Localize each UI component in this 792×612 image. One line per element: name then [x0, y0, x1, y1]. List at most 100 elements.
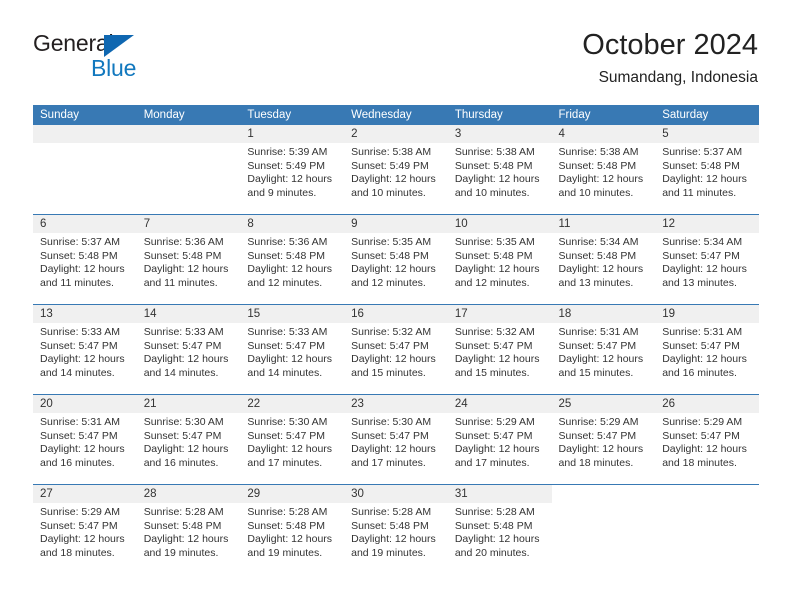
day-cell-inner: 2 Sunrise: 5:38 AM Sunset: 5:49 PM Daylight…: [344, 125, 448, 214]
day-sunset-line: Sunset: 5:48 PM: [143, 249, 222, 262]
day-sunrise-line: Sunrise: 5:36 AM: [143, 236, 224, 248]
calendar-day-cell[interactable]: 8 Sunrise: 5:36 AM Sunset: 5:48 PM Daylight…: [240, 214, 345, 305]
calendar-day-cell[interactable]: 14 Sunrise: 5:33 AM Sunset: 5:47 PM Dayligh…: [136, 304, 241, 395]
general-blue-logo[interactable]: General Blue: [33, 30, 213, 86]
day-sunset-line: Sunset: 5:47 PM: [351, 339, 429, 352]
calendar-day-cell[interactable]: 27 Sunrise: 5:29 AM Sunset: 5:47 PM Dayligh…: [33, 484, 137, 574]
day-sun-info: Sunrise: 5:30 AM Sunset: 5:47 PM Daylight:…: [137, 413, 241, 470]
day-sunrise-line: Sunrise: 5:29 AM: [40, 506, 120, 518]
weekday-header-tuesday: Tuesday: [240, 105, 345, 125]
day-sun-info: Sunrise: 5:35 AM Sunset: 5:48 PM Daylight:…: [344, 233, 448, 290]
day-number: 16: [344, 305, 448, 323]
day-sun-info: Sunrise: 5:36 AM Sunset: 5:48 PM Daylight:…: [240, 233, 344, 290]
day-sunrise-line: Sunrise: 5:28 AM: [351, 506, 432, 518]
logo-text-general: General: [33, 30, 114, 56]
day-cell-inner: 13 Sunrise: 5:33 AM Sunset: 5:47 PM Dayligh…: [33, 305, 137, 394]
calendar-day-cell[interactable]: 10 Sunrise: 5:35 AM Sunset: 5:48 PM Dayligh…: [447, 214, 552, 305]
day-sunset-line: Sunset: 5:47 PM: [40, 519, 118, 532]
day-cell-inner: 31 Sunrise: 5:28 AM Sunset: 5:48 PM Dayligh…: [447, 485, 552, 574]
calendar-day-cell-empty: [655, 484, 759, 574]
calendar-day-cell[interactable]: 29 Sunrise: 5:28 AM Sunset: 5:48 PM Dayligh…: [240, 484, 345, 574]
calendar-day-cell[interactable]: 11 Sunrise: 5:34 AM Sunset: 5:48 PM Dayligh…: [551, 214, 656, 305]
calendar-day-cell[interactable]: 9 Sunrise: 5:35 AM Sunset: 5:48 PM Daylight…: [344, 214, 448, 305]
day-number: 13: [33, 305, 137, 323]
day-sunset-line: Sunset: 5:48 PM: [40, 249, 118, 262]
calendar-grid: Sunday Monday Tuesday Wednesday Thursday…: [33, 105, 759, 574]
weekday-header-sunday: Sunday: [33, 105, 137, 125]
day-daylight-line: Daylight: 12 hours: [143, 263, 229, 276]
day-sunset-line: Sunset: 5:47 PM: [247, 429, 326, 442]
day-sunrise-line: Sunrise: 5:39 AM: [247, 146, 328, 158]
calendar-day-cell[interactable]: 24 Sunrise: 5:29 AM Sunset: 5:47 PM Dayligh…: [447, 394, 552, 485]
day-daylight-line: Daylight: 12 hours: [558, 443, 644, 456]
day-sun-info: Sunrise: 5:28 AM Sunset: 5:48 PM Daylight:…: [137, 503, 241, 560]
calendar-day-cell[interactable]: 25 Sunrise: 5:29 AM Sunset: 5:47 PM Dayligh…: [551, 394, 656, 485]
calendar-day-cell[interactable]: 31 Sunrise: 5:28 AM Sunset: 5:48 PM Dayligh…: [447, 484, 552, 574]
calendar-day-cell[interactable]: 5 Sunrise: 5:37 AM Sunset: 5:48 PM Daylight…: [655, 125, 759, 215]
day-daylight-line: Daylight: 12 hours: [143, 443, 229, 456]
day-number: 7: [136, 215, 241, 233]
day-daylight-line: and 12 minutes.: [247, 276, 323, 289]
calendar-day-cell[interactable]: 20 Sunrise: 5:31 AM Sunset: 5:47 PM Dayligh…: [33, 394, 137, 485]
day-cell-inner: 6 Sunrise: 5:37 AM Sunset: 5:48 PM Daylight…: [33, 215, 137, 304]
calendar-day-cell[interactable]: 13 Sunrise: 5:33 AM Sunset: 5:47 PM Dayligh…: [33, 304, 137, 395]
day-sunset-line: Sunset: 5:48 PM: [247, 519, 326, 532]
calendar-week-row: 20 Sunrise: 5:31 AM Sunset: 5:47 PM Dayligh…: [33, 394, 759, 485]
day-number: 23: [344, 395, 448, 413]
day-sunset-line: Sunset: 5:48 PM: [143, 519, 222, 532]
day-cell-inner: 9 Sunrise: 5:35 AM Sunset: 5:48 PM Daylight…: [344, 215, 448, 304]
calendar-day-cell[interactable]: 19 Sunrise: 5:31 AM Sunset: 5:47 PM Dayligh…: [655, 304, 759, 395]
title-block: October 2024 Sumandang, Indonesia: [582, 28, 758, 89]
day-number: 22: [240, 395, 345, 413]
calendar-day-cell[interactable]: 28 Sunrise: 5:28 AM Sunset: 5:48 PM Dayligh…: [136, 484, 241, 574]
calendar-day-cell[interactable]: 4 Sunrise: 5:38 AM Sunset: 5:48 PM Daylight…: [551, 125, 656, 215]
day-cell-inner: 23 Sunrise: 5:30 AM Sunset: 5:47 PM Dayligh…: [344, 395, 448, 484]
calendar-day-cell[interactable]: 30 Sunrise: 5:28 AM Sunset: 5:48 PM Dayligh…: [344, 484, 448, 574]
calendar-day-cell[interactable]: 17 Sunrise: 5:32 AM Sunset: 5:47 PM Dayligh…: [447, 304, 552, 395]
day-daylight-line: and 15 minutes.: [454, 366, 530, 379]
calendar-day-cell[interactable]: 1 Sunrise: 5:39 AM Sunset: 5:49 PM Daylight…: [240, 125, 345, 215]
weekday-header-row: Sunday Monday Tuesday Wednesday Thursday…: [33, 105, 759, 125]
day-daylight-line: and 12 minutes.: [454, 276, 530, 289]
day-number: 14: [136, 305, 241, 323]
calendar-day-cell[interactable]: 7 Sunrise: 5:36 AM Sunset: 5:48 PM Daylight…: [136, 214, 241, 305]
calendar-day-cell[interactable]: 15 Sunrise: 5:33 AM Sunset: 5:47 PM Dayligh…: [240, 304, 345, 395]
calendar-day-cell[interactable]: 6 Sunrise: 5:37 AM Sunset: 5:48 PM Daylight…: [33, 214, 137, 305]
day-sun-info: Sunrise: 5:38 AM Sunset: 5:48 PM Daylight:…: [448, 143, 552, 200]
calendar-day-cell[interactable]: 3 Sunrise: 5:38 AM Sunset: 5:48 PM Daylight…: [447, 125, 552, 215]
day-sun-info: Sunrise: 5:33 AM Sunset: 5:47 PM Daylight:…: [240, 323, 344, 380]
day-number: 2: [344, 125, 448, 143]
day-number: 17: [447, 305, 552, 323]
day-sunrise-line: Sunrise: 5:36 AM: [247, 236, 328, 248]
day-number: 10: [447, 215, 552, 233]
day-daylight-line: and 10 minutes.: [351, 186, 426, 199]
day-sunrise-line: Sunrise: 5:30 AM: [143, 416, 224, 428]
day-sunrise-line: Sunrise: 5:31 AM: [662, 326, 743, 338]
day-daylight-line: and 15 minutes.: [351, 366, 426, 379]
calendar-day-cell[interactable]: 22 Sunrise: 5:30 AM Sunset: 5:47 PM Dayligh…: [240, 394, 345, 485]
day-daylight-line: and 14 minutes.: [247, 366, 323, 379]
day-number: 29: [240, 485, 345, 503]
day-sunset-line: Sunset: 5:47 PM: [143, 429, 222, 442]
day-sunrise-line: Sunrise: 5:28 AM: [454, 506, 535, 518]
calendar-day-cell[interactable]: 21 Sunrise: 5:30 AM Sunset: 5:47 PM Dayligh…: [136, 394, 241, 485]
calendar-day-cell[interactable]: 16 Sunrise: 5:32 AM Sunset: 5:47 PM Dayligh…: [344, 304, 448, 395]
calendar-day-cell[interactable]: 2 Sunrise: 5:38 AM Sunset: 5:49 PM Daylight…: [344, 125, 448, 215]
calendar-day-cell[interactable]: 23 Sunrise: 5:30 AM Sunset: 5:47 PM Dayligh…: [344, 394, 448, 485]
day-sunrise-line: Sunrise: 5:33 AM: [40, 326, 120, 338]
calendar-day-cell[interactable]: 12 Sunrise: 5:34 AM Sunset: 5:47 PM Dayligh…: [655, 214, 759, 305]
day-sunset-line: Sunset: 5:47 PM: [662, 429, 740, 442]
calendar-day-cell[interactable]: 18 Sunrise: 5:31 AM Sunset: 5:47 PM Dayligh…: [551, 304, 656, 395]
day-sunrise-line: Sunrise: 5:33 AM: [247, 326, 328, 338]
day-cell-inner: 14 Sunrise: 5:33 AM Sunset: 5:47 PM Dayligh…: [136, 305, 241, 394]
day-cell-inner: 21 Sunrise: 5:30 AM Sunset: 5:47 PM Dayligh…: [136, 395, 241, 484]
day-sunset-line: Sunset: 5:48 PM: [247, 249, 326, 262]
day-sunset-line: Sunset: 5:48 PM: [558, 159, 637, 172]
calendar-day-cell[interactable]: 26 Sunrise: 5:29 AM Sunset: 5:47 PM Dayligh…: [655, 394, 759, 485]
day-number: 30: [344, 485, 448, 503]
weekday-header-monday: Monday: [136, 105, 241, 125]
day-sun-info: Sunrise: 5:28 AM Sunset: 5:48 PM Daylight:…: [344, 503, 448, 560]
day-cell-inner: 1 Sunrise: 5:39 AM Sunset: 5:49 PM Daylight…: [240, 125, 345, 214]
day-sunrise-line: Sunrise: 5:38 AM: [454, 146, 535, 158]
day-number: 31: [447, 485, 552, 503]
